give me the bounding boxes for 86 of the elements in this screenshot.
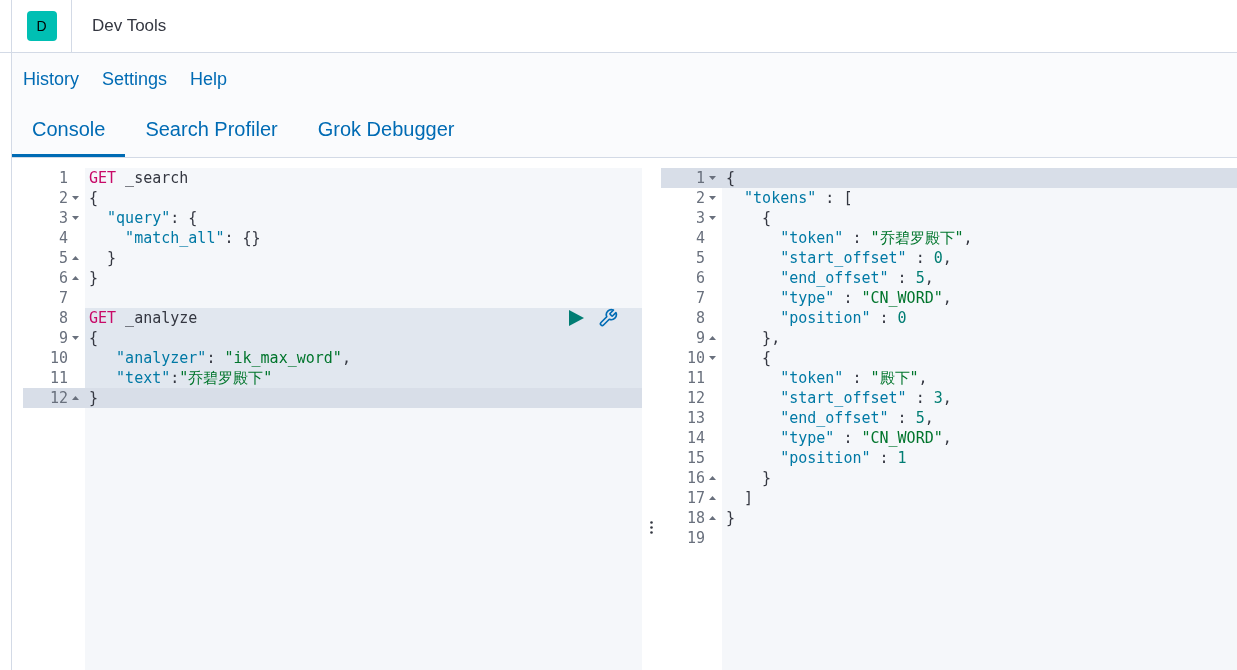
request-block[interactable]: 1 GET _search 2 { 3 "query": { 4 "match_all": {} 5 } 6 } 7	[23, 168, 642, 308]
code-line: },	[761, 328, 781, 348]
fold-caret-icon[interactable]	[709, 176, 716, 180]
fold-caret-icon[interactable]	[709, 336, 716, 340]
fold-caret-icon[interactable]	[72, 336, 79, 340]
code-line: "text":"乔碧罗殿下"	[115, 368, 273, 388]
request-block[interactable]: 8 GET _analyze 9 { 10 "analyzer": "ik_max_word", 11 "text":"乔碧罗殿下" 12 }	[23, 308, 642, 408]
code-line: {	[761, 208, 772, 228]
code-line: "query": {	[106, 208, 198, 228]
line-number: 12	[686, 388, 705, 408]
code-line: "type" : "CN_WORD",	[779, 428, 952, 448]
line-number: 3	[58, 208, 68, 228]
fold-caret-icon[interactable]	[709, 356, 716, 360]
code-line: "start_offset" : 3,	[779, 388, 952, 408]
code-line: "position" : 0	[779, 308, 907, 328]
code-line: "start_offset" : 0,	[779, 248, 952, 268]
line-number: 11	[49, 368, 68, 388]
code-line: "position" : 1	[779, 448, 907, 468]
line-number: 2	[695, 188, 705, 208]
menu-link[interactable]: Settings	[102, 65, 168, 93]
menu-link[interactable]: History	[23, 65, 79, 93]
code-line: "match_all": {}	[124, 228, 261, 248]
code-line: }	[761, 468, 772, 488]
code-line: }	[106, 248, 117, 268]
line-number: 8	[695, 308, 705, 328]
line-number: 10	[49, 348, 68, 368]
line-number: 11	[686, 368, 705, 388]
fold-caret-icon[interactable]	[72, 276, 79, 280]
line-number: 6	[695, 268, 705, 288]
line-number: 2	[58, 188, 68, 208]
code-line: GET _analyze	[89, 308, 198, 328]
line-number: 6	[58, 268, 68, 288]
fold-caret-icon[interactable]	[709, 196, 716, 200]
code-line: "end_offset" : 5,	[779, 268, 934, 288]
line-number: 1	[695, 168, 705, 188]
code-line: "type" : "CN_WORD",	[779, 288, 952, 308]
line-number: 3	[695, 208, 705, 228]
code-line: ]	[743, 488, 754, 508]
fold-caret-icon[interactable]	[72, 196, 79, 200]
code-line: }	[89, 388, 99, 408]
code-line: "token" : "乔碧罗殿下",	[779, 228, 973, 248]
line-number: 19	[686, 528, 705, 548]
code-line: {	[89, 188, 99, 208]
line-number: 4	[695, 228, 705, 248]
line-number: 4	[58, 228, 68, 248]
fold-caret-icon[interactable]	[709, 496, 716, 500]
line-number: 16	[686, 468, 705, 488]
code-line: GET _search	[89, 168, 189, 188]
code-line: }	[726, 508, 736, 528]
tab[interactable]: Search Profiler	[125, 103, 298, 157]
line-number: 10	[686, 348, 705, 368]
code-line: "end_offset" : 5,	[779, 408, 934, 428]
code-line: {	[726, 168, 736, 188]
line-number: 9	[695, 328, 705, 348]
line-number: 7	[58, 288, 68, 308]
code-line: "token" : "殿下",	[779, 368, 928, 388]
line-number: 8	[58, 308, 68, 328]
page-title: Dev Tools	[92, 15, 167, 38]
line-number: 7	[695, 288, 705, 308]
line-number: 17	[686, 488, 705, 508]
code-line: {	[89, 328, 99, 348]
fold-caret-icon[interactable]	[709, 516, 716, 520]
line-number: 9	[58, 328, 68, 348]
line-number: 18	[686, 508, 705, 528]
line-number: 5	[695, 248, 705, 268]
line-number: 14	[686, 428, 705, 448]
code-line: }	[89, 268, 99, 288]
line-number: 13	[686, 408, 705, 428]
menu-link[interactable]: Help	[190, 65, 228, 93]
code-line: {	[761, 348, 772, 368]
app-badge[interactable]: D	[26, 11, 57, 41]
line-number: 1	[58, 168, 68, 188]
line-number: 12	[49, 388, 68, 408]
fold-caret-icon[interactable]	[72, 256, 79, 260]
fold-caret-icon[interactable]	[709, 476, 716, 480]
line-number: 5	[58, 248, 68, 268]
tab[interactable]: Grok Debugger	[297, 103, 475, 157]
fold-caret-icon[interactable]	[709, 216, 716, 220]
play-icon[interactable]	[568, 310, 584, 326]
fold-caret-icon[interactable]	[72, 216, 79, 220]
wrench-icon[interactable]	[598, 308, 618, 328]
line-number: 15	[686, 448, 705, 468]
fold-caret-icon[interactable]	[72, 396, 79, 400]
resize-handle-icon[interactable]	[650, 521, 653, 534]
code-line: "analyzer": "ik_max_word",	[115, 348, 351, 368]
code-line: "tokens" : [	[743, 188, 853, 208]
